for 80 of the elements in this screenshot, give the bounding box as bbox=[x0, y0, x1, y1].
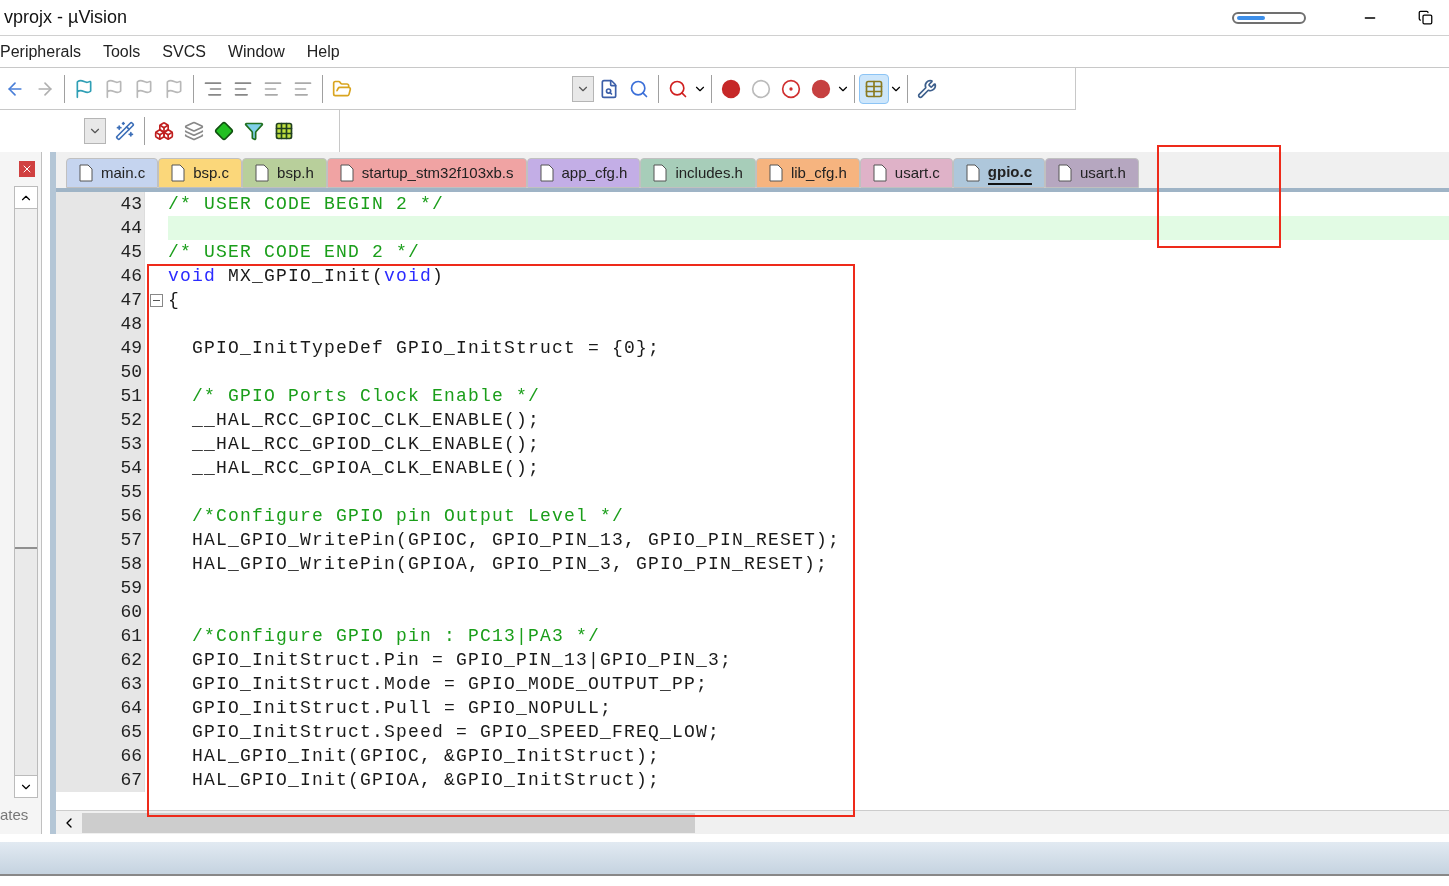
file-icon bbox=[339, 164, 354, 182]
file-tab[interactable]: startup_stm32f103xb.s bbox=[326, 158, 527, 188]
line-number: 50 bbox=[56, 360, 144, 384]
close-icon[interactable] bbox=[19, 161, 35, 177]
collapse-icon[interactable] bbox=[150, 293, 163, 307]
progress-pill-icon bbox=[1232, 11, 1306, 24]
code-line: __HAL_RCC_GPIOC_CLK_ENABLE(); bbox=[191, 408, 541, 432]
code-line: GPIO_InitStruct.Mode = GPIO_MODE_OUTPUT_PP; bbox=[191, 672, 709, 696]
code-line: GPIO_InitStruct.Pull = GPIO_NOPULL; bbox=[191, 696, 613, 720]
code-line: /* GPIO Ports Clock Enable */ bbox=[191, 384, 541, 408]
file-tab[interactable]: includes.h bbox=[640, 158, 756, 188]
restore-icon[interactable] bbox=[1418, 10, 1433, 25]
line-number: 67 bbox=[56, 768, 144, 792]
line-number: 43 bbox=[56, 192, 144, 216]
code-line: /* USER CODE END 2 */ bbox=[168, 240, 421, 264]
code-line: HAL_GPIO_WritePin(GPIOC, GPIO_PIN_13, GPIO_PIN_RESET); bbox=[191, 528, 841, 552]
line-number: 58 bbox=[56, 552, 144, 576]
line-number: 49 bbox=[56, 336, 144, 360]
code-line: /*Configure GPIO pin Output Level */ bbox=[191, 504, 625, 528]
file-tab[interactable]: bsp.h bbox=[242, 158, 327, 188]
file-icon bbox=[872, 164, 887, 182]
file-icon bbox=[653, 164, 668, 182]
file-icon bbox=[1058, 164, 1072, 182]
line-number: 52 bbox=[56, 408, 144, 432]
code-line: /*Configure GPIO pin : PC13|PA3 */ bbox=[191, 624, 601, 648]
line-number: 61 bbox=[56, 624, 144, 648]
window-title: vprojx - µVision bbox=[3, 6, 128, 29]
file-icon bbox=[768, 164, 783, 182]
line-number: 57 bbox=[56, 528, 144, 552]
dropdown-button[interactable] bbox=[84, 118, 106, 144]
file-icon bbox=[255, 164, 270, 182]
file-tab[interactable]: bsp.c bbox=[158, 158, 243, 188]
dropdown-button[interactable] bbox=[572, 75, 594, 102]
line-number: 56 bbox=[56, 504, 144, 528]
code-line: void MX_GPIO_Init(void) bbox=[168, 264, 445, 288]
code-line: GPIO_InitStruct.Pin = GPIO_PIN_13|GPIO_PIN_3; bbox=[191, 648, 733, 672]
code-line: GPIO_InitTypeDef GPIO_InitStruct = {0}; bbox=[191, 336, 661, 360]
file-icon bbox=[539, 164, 554, 182]
file-icon bbox=[79, 164, 93, 182]
vertical-scrollbar[interactable] bbox=[14, 186, 38, 798]
code-line: __HAL_RCC_GPIOA_CLK_ENABLE(); bbox=[191, 456, 541, 480]
file-tab[interactable]: gpio.c bbox=[952, 158, 1045, 188]
line-number: 46 bbox=[56, 264, 144, 288]
window-icon[interactable] bbox=[859, 73, 889, 104]
file-icon bbox=[965, 164, 980, 182]
line-number: 45 bbox=[56, 240, 144, 264]
file-tab[interactable]: main.c bbox=[66, 158, 159, 188]
file-tab[interactable]: usart.h bbox=[1045, 158, 1139, 188]
code-line: { bbox=[168, 288, 180, 312]
file-tab[interactable]: usart.c bbox=[859, 158, 953, 188]
line-number: 62 bbox=[56, 648, 144, 672]
code-line: /* USER CODE BEGIN 2 */ bbox=[168, 192, 445, 216]
line-number: 44 bbox=[56, 216, 144, 240]
horizontal-scrollbar[interactable] bbox=[56, 810, 1449, 834]
file-icon bbox=[171, 164, 186, 182]
file-tab[interactable]: lib_cfg.h bbox=[755, 158, 860, 188]
line-number: 53 bbox=[56, 432, 144, 456]
code-line: __HAL_RCC_GPIOD_CLK_ENABLE(); bbox=[191, 432, 541, 456]
file-tab[interactable]: app_cfg.h bbox=[526, 158, 641, 188]
line-number: 48 bbox=[56, 312, 144, 336]
panel-tab[interactable]: ates bbox=[0, 804, 41, 827]
menu-item[interactable]: SVCS bbox=[151, 39, 217, 64]
code-line: GPIO_InitStruct.Speed = GPIO_SPEED_FREQ_LOW; bbox=[191, 720, 721, 744]
line-number: 64 bbox=[56, 696, 144, 720]
line-number: 60 bbox=[56, 600, 144, 624]
menu-item[interactable]: Window bbox=[216, 39, 296, 64]
menu-item[interactable]: Peripherals bbox=[0, 39, 92, 64]
menu-item[interactable]: Help bbox=[295, 39, 351, 64]
line-number: 54 bbox=[56, 456, 144, 480]
line-number: 66 bbox=[56, 744, 144, 768]
code-line: HAL_GPIO_Init(GPIOA, &GPIO_InitStruct); bbox=[191, 768, 661, 792]
line-number: 55 bbox=[56, 480, 144, 504]
line-number: 51 bbox=[56, 384, 144, 408]
code-line: HAL_GPIO_WritePin(GPIOA, GPIO_PIN_3, GPIO_PIN_RESET); bbox=[191, 552, 829, 576]
line-number: 65 bbox=[56, 720, 144, 744]
line-number: 63 bbox=[56, 672, 144, 696]
code-line: HAL_GPIO_Init(GPIOC, &GPIO_InitStruct); bbox=[191, 744, 661, 768]
menu-item[interactable]: Tools bbox=[91, 39, 152, 64]
line-number: 47 bbox=[56, 288, 144, 312]
line-number: 59 bbox=[56, 576, 144, 600]
